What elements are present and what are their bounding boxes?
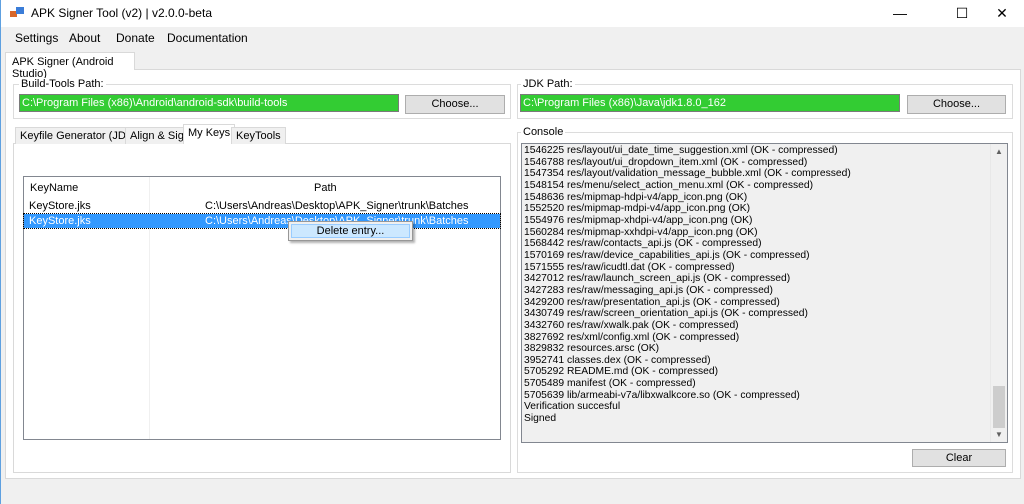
tab-keyfile-generator[interactable]: Keyfile Generator (JDK) [15,127,142,144]
scroll-up-icon[interactable]: ▲ [995,147,1003,156]
console-scrollbar[interactable]: ▲ ▼ [990,144,1007,442]
console-line: 1546788 res/layout/ui_dropdown_item.xml … [524,156,808,168]
context-menu: Delete entry... [288,221,413,241]
console-line: 1554976 res/mipmap-xhdpi-v4/app_icon.png… [524,214,753,226]
minimize-button[interactable]: — [877,0,923,27]
jdk-label: JDK Path: [521,78,575,90]
console-line: 3429200 res/raw/presentation_api.js (OK … [524,296,780,308]
console-line: 1570169 res/raw/device_capabilities_api.… [524,249,810,261]
tab-apk-signer[interactable]: APK Signer (Android Studio) [5,52,135,80]
clear-button[interactable]: Clear [912,449,1006,467]
console-line: Verification succesful [524,401,621,413]
jdk-path-input[interactable]: C:\Program Files (x86)\Java\jdk1.8.0_162 [520,94,900,112]
scrollbar-thumb[interactable] [993,386,1005,428]
delete-entry-menu-item[interactable]: Delete entry... [291,224,410,238]
console-line: 1552520 res/mipmap-mdpi-v4/app_icon.png … [524,203,751,215]
tab-keytools[interactable]: KeyTools [231,127,286,144]
console-line: 1548636 res/mipmap-hdpi-v4/app_icon.png … [524,191,748,203]
console-label: Console [521,126,566,138]
window-title: APK Signer Tool (v2) | v2.0.0-beta [31,6,212,20]
title-bar: APK Signer Tool (v2) | v2.0.0-beta — ☐ ✕ [1,0,1024,27]
console-line: 3430749 res/raw/screen_orientation_api.j… [524,308,808,320]
console-line: 3829832 resources.arsc (OK) [524,343,660,355]
console-line: 1548154 res/menu/select_action_menu.xml … [524,179,814,191]
table-row-selected[interactable]: KeyStore.jks C:\Users\Andreas\Desktop\AP… [23,213,501,229]
key-name: KeyStore.jks [29,200,91,212]
console-line: 3952741 classes.dex (OK - compressed) [524,354,711,366]
console-line: 1547354 res/layout/validation_message_bu… [524,168,851,180]
console-line: 5705489 manifest (OK - compressed) [524,378,696,390]
console-line: 5705639 lib/armeabi-v7a/libxwalkcore.so … [524,389,800,401]
console-line: 5705292 README.md (OK - compressed) [524,366,718,378]
jdk-choose-button[interactable]: Choose... [907,95,1006,114]
close-button[interactable]: ✕ [979,0,1024,27]
menu-about[interactable]: About [69,31,100,45]
column-header-keyname[interactable]: KeyName [30,182,78,194]
console-line: 3827692 res/xml/config.xml (OK - compres… [524,331,740,343]
scroll-down-icon[interactable]: ▼ [995,430,1003,439]
menu-settings[interactable]: Settings [15,31,58,45]
tab-my-keys[interactable]: My Keys [183,124,236,144]
table-row[interactable]: KeyStore.jks C:\Users\Andreas\Desktop\AP… [24,199,500,213]
key-name: KeyStore.jks [29,215,91,227]
key-path: C:\Users\Andreas\Desktop\APK_Signer\trun… [205,200,469,212]
console-line: 3432760 res/raw/xwalk.pak (OK - compress… [524,319,739,331]
console-line: 1571555 res/raw/icudtl.dat (OK - compres… [524,261,735,273]
column-header-path[interactable]: Path [314,182,337,194]
menu-donate[interactable]: Donate [116,31,155,45]
console-line: 1560284 res/mipmap-xxhdpi-v4/app_icon.pn… [524,226,758,238]
build-tools-choose-button[interactable]: Choose... [405,95,505,114]
keys-list[interactable]: KeyName Path KeyStore.jks C:\Users\Andre… [23,176,501,440]
console-line: Signed [524,413,557,425]
build-tools-path-input[interactable]: C:\Program Files (x86)\Android\android-s… [19,94,399,112]
console-line: 3427012 res/raw/launch_screen_api.js (OK… [524,273,791,285]
menu-documentation[interactable]: Documentation [167,31,248,45]
console-output[interactable]: 1546225 res/layout/ui_date_time_suggesti… [521,143,1008,443]
app-icon [10,7,24,17]
console-line: 1568442 res/raw/contacts_api.js (OK - co… [524,238,762,250]
console-line: 3427283 res/raw/messaging_api.js (OK - c… [524,284,773,296]
build-tools-label: Build-Tools Path: [19,78,106,90]
console-line: 1546225 res/layout/ui_date_time_suggesti… [524,145,838,156]
